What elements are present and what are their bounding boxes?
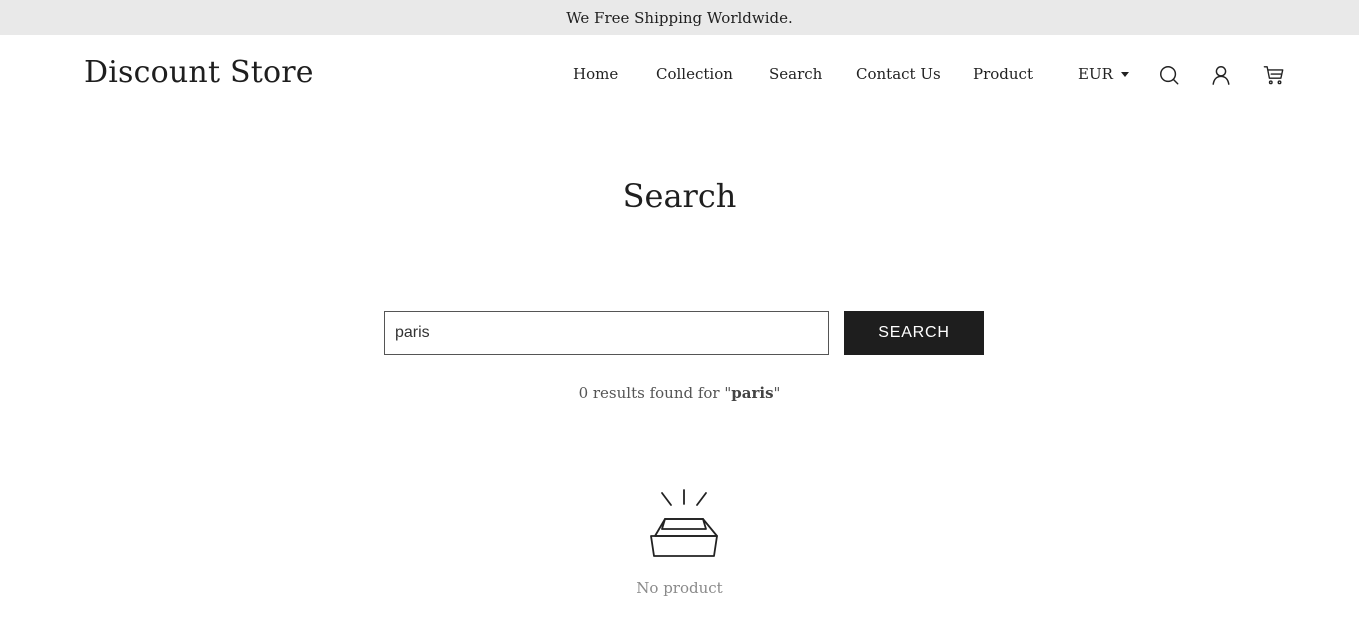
results-prefix: 0 results found for ": [578, 384, 732, 402]
results-suffix: ": [773, 384, 781, 402]
cart-icon[interactable]: [1263, 64, 1285, 86]
chevron-down-icon: [1120, 71, 1129, 77]
search-input[interactable]: [384, 311, 829, 355]
nav-home[interactable]: Home: [573, 65, 618, 83]
search-button[interactable]: SEARCH: [844, 311, 984, 355]
results-summary: 0 results found for "paris": [0, 384, 1359, 402]
empty-state-label: No product: [636, 579, 723, 597]
store-logo[interactable]: Discount Store: [84, 55, 314, 90]
nav-search[interactable]: Search: [769, 65, 822, 83]
account-icon[interactable]: [1210, 64, 1232, 86]
nav-product[interactable]: Product: [973, 65, 1033, 83]
search-icon[interactable]: [1158, 64, 1180, 86]
currency-value: EUR: [1078, 65, 1113, 83]
announcement-text: We Free Shipping Worldwide.: [566, 8, 793, 27]
announcement-bar: We Free Shipping Worldwide.: [0, 0, 1359, 35]
nav-collection[interactable]: Collection: [656, 65, 733, 83]
currency-selector[interactable]: EUR: [1078, 65, 1129, 83]
page-title: Search: [622, 177, 737, 215]
empty-box-icon: [646, 487, 722, 559]
results-term: paris: [731, 384, 774, 402]
site-header: Discount Store Home Collection Search Co…: [0, 35, 1359, 115]
nav-contact-us[interactable]: Contact Us: [856, 65, 941, 83]
